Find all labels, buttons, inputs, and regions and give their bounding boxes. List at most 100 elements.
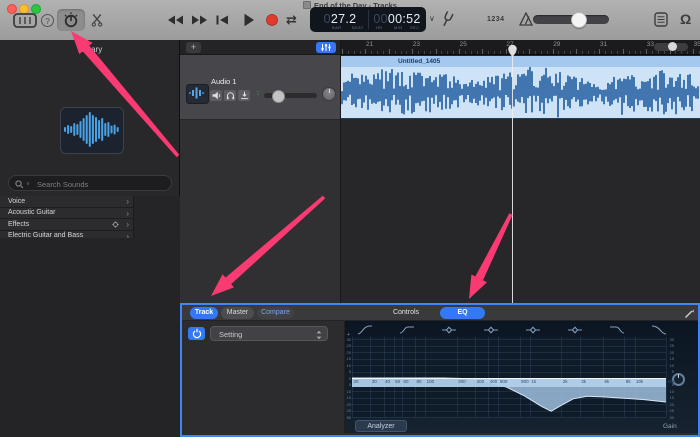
mixer-icon [320,43,332,52]
eq-db-label: 10 [346,363,351,368]
go-to-beginning-button[interactable] [215,15,229,25]
eq-db-label: 25 [668,343,674,348]
eq-freq-label: 30 [372,379,377,384]
eq-band-bell-icon[interactable] [483,325,499,335]
region-header[interactable]: Untitled_1405 [341,56,700,67]
eq-graph[interactable]: 2030405060801002003004005008001k2k3k5k8k… [352,337,666,417]
eq-freq-label: 300 [477,379,485,384]
play-icon [243,13,255,27]
eq-freq-label: 3k [581,379,586,384]
eq-db-label: 10 [668,389,674,394]
rewind-button[interactable] [167,15,184,25]
solo-button[interactable] [224,90,236,101]
tab-master[interactable]: Master [221,307,254,319]
lcd-mode-chevron[interactable]: ∨ [429,14,435,23]
lcd-divider [368,10,369,29]
track-row[interactable]: Audio 1 : [180,55,340,120]
eq-band-lowshelf-icon[interactable] [399,325,415,335]
ruler[interactable]: 2123252729313335 [341,40,700,55]
lcd-bar-value: 27.2 [331,12,357,26]
eq-freq-label: 1k [531,379,536,384]
eq-freq-label: 10k [636,379,643,384]
master-volume-knob[interactable] [571,12,587,28]
eq-freq-label: 80 [417,379,422,384]
tab-compare[interactable]: Compare [257,307,294,319]
eq-pane: 2030405060801002003004005008001k2k3k5k8k… [345,321,698,433]
search-input[interactable] [35,177,169,191]
patch-image[interactable] [60,107,124,154]
eq-db-label: 15 [668,395,674,400]
eq-db-label: 15 [668,356,674,361]
mute-button[interactable] [210,90,222,101]
gain-label: Gain [663,423,677,430]
headphones-icon [226,91,235,100]
library-empty-area [0,238,180,437]
quick-help-button[interactable]: ? [41,14,54,27]
cycle-button[interactable]: ⇄ [286,12,297,28]
eq-db-label: 30 [668,337,674,342]
record-button[interactable] [266,14,278,26]
library-button[interactable] [13,13,37,28]
fast-forward-icon [191,15,208,25]
patch-waveform-icon [61,108,121,151]
track-name[interactable]: Audio 1 [211,77,236,86]
library-list: Voice›Acoustic Guitar›Effects›Electric G… [0,196,133,242]
metronome-icon [519,12,533,26]
library-title: Library [0,45,180,54]
metronome-button[interactable] [519,12,533,26]
setting-dropdown[interactable]: Setting [210,326,328,341]
editors-button[interactable] [91,13,103,27]
search-scope-chevron[interactable]: ∨ [26,181,30,187]
ruler-bar-number: 23 [413,41,420,48]
gear-icon [112,221,119,228]
eq-band-highshelf-icon[interactable] [609,325,625,335]
library-item[interactable]: Voice › [0,196,133,208]
eq-band-bell-icon[interactable] [567,325,583,335]
record-icon [266,14,278,26]
pen-icon[interactable] [684,308,695,319]
track-controls-toggle-button[interactable] [316,42,336,53]
track-header-toolbar: + [180,40,340,55]
analyzer-button[interactable]: Analyzer [355,420,407,432]
lcd-unit-min: MIN [394,25,403,30]
lcd-unit-hr: HR [376,25,383,30]
notepad-button[interactable] [654,12,668,27]
library-item[interactable]: Acoustic Guitar› [0,208,133,220]
play-button[interactable] [243,13,255,27]
lcd-unit-sec: SEC [410,25,419,30]
eq-db-label: 25 [346,408,351,413]
fast-forward-button[interactable] [191,15,208,25]
search-field[interactable]: ∨ [8,175,172,191]
audio-region[interactable]: Untitled_1405 [341,56,700,119]
library-item[interactable]: Effects› [0,219,133,231]
track-volume-knob[interactable] [272,90,285,103]
loop-browser-button[interactable]: Ω [680,11,691,27]
smart-controls-panel: TrackMasterCompare Controls EQ Setting [180,303,700,437]
eq-band-lowpass-icon[interactable] [651,325,667,335]
smart-controls-button[interactable] [57,9,85,31]
library-item-label: Effects [8,221,29,228]
lcd-unit-bar: BAR [332,25,341,30]
plugin-power-button[interactable] [188,327,205,340]
eq-band-bell-icon[interactable] [441,325,457,335]
tab-controls[interactable]: Controls [378,307,434,319]
add-track-button[interactable]: + [186,42,201,53]
toolbar: End of the Day - Tracks ? [0,0,700,41]
playhead-line[interactable] [512,46,513,303]
eq-band-highpass-icon[interactable] [357,325,373,335]
eq-db-scale-left: 30252015105051015202530 [346,337,351,417]
tab-track[interactable]: Track [190,307,218,319]
lcd-display[interactable]: 027.2 BAR BEAT 0000:52 HR MIN SEC [310,7,426,32]
chevron-right-icon: › [126,197,129,206]
tuner-button[interactable] [438,9,456,30]
timeline-zoom-knob[interactable] [668,42,677,51]
loop-icon: Ω [680,11,691,27]
tab-eq[interactable]: EQ [440,307,485,319]
input-monitor-button[interactable] [238,90,250,101]
eq-scale-minus: - [347,415,349,421]
eq-db-label: 20 [668,402,674,407]
count-in-button[interactable]: 1234 [487,16,505,23]
eq-band-bell-icon[interactable] [525,325,541,335]
library-item-label: Voice [8,198,25,205]
playhead-handle[interactable] [506,44,519,58]
